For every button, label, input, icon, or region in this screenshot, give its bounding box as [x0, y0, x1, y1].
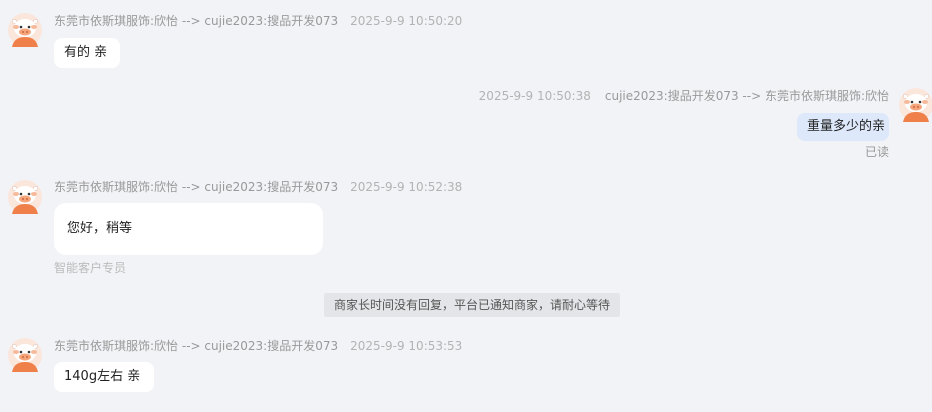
read-status: 已读 — [865, 145, 890, 159]
message-time: 2025-9-9 10:50:38 — [478, 89, 591, 103]
message-sender: 东莞市依斯琪服饰:欣怡 --> cujie2023:搜品开发073 — [54, 339, 339, 353]
cow-mascot-avatar-icon — [8, 180, 42, 214]
message-bubble: 重量多少的亲 — [797, 113, 889, 141]
system-notice: 商家长时间没有回复，平台已通知商家，请耐心等待 — [324, 293, 620, 317]
message-meta: 东莞市依斯琪服饰:欣怡 --> cujie2023:搜品开发073 2025-9-… — [54, 338, 462, 354]
avatar[interactable] — [8, 338, 42, 372]
cow-mascot-avatar-icon — [8, 338, 42, 372]
message-bubble: 您好，稍等 — [54, 203, 323, 255]
message-sender: cujie2023:搜品开发073 --> 东莞市依斯琪服饰:欣怡 — [604, 89, 889, 103]
avatar[interactable] — [899, 88, 932, 122]
message-meta: 东莞市依斯琪服饰:欣怡 --> cujie2023:搜品开发073 2025-9-… — [54, 179, 462, 195]
cow-mascot-avatar-icon — [8, 13, 42, 47]
message-meta: 东莞市依斯琪服饰:欣怡 --> cujie2023:搜品开发073 2025-9-… — [54, 13, 462, 29]
message-meta: 2025-9-9 10:50:38 cujie2023:搜品开发073 --> 东… — [479, 88, 889, 104]
message-time: 2025-9-9 10:50:20 — [350, 14, 463, 28]
message-bubble: 有的 亲 — [54, 38, 120, 68]
avatar[interactable] — [8, 180, 42, 214]
message-time: 2025-9-9 10:53:53 — [350, 339, 463, 353]
avatar[interactable] — [8, 13, 42, 47]
message-time: 2025-9-9 10:52:38 — [350, 180, 463, 194]
message-footer: 智能客户专员 — [54, 261, 127, 275]
message-bubble: 140g左右 亲 — [54, 362, 154, 392]
cow-mascot-avatar-icon — [899, 88, 932, 122]
message-sender: 东莞市依斯琪服饰:欣怡 --> cujie2023:搜品开发073 — [54, 180, 339, 194]
message-sender: 东莞市依斯琪服饰:欣怡 --> cujie2023:搜品开发073 — [54, 14, 339, 28]
